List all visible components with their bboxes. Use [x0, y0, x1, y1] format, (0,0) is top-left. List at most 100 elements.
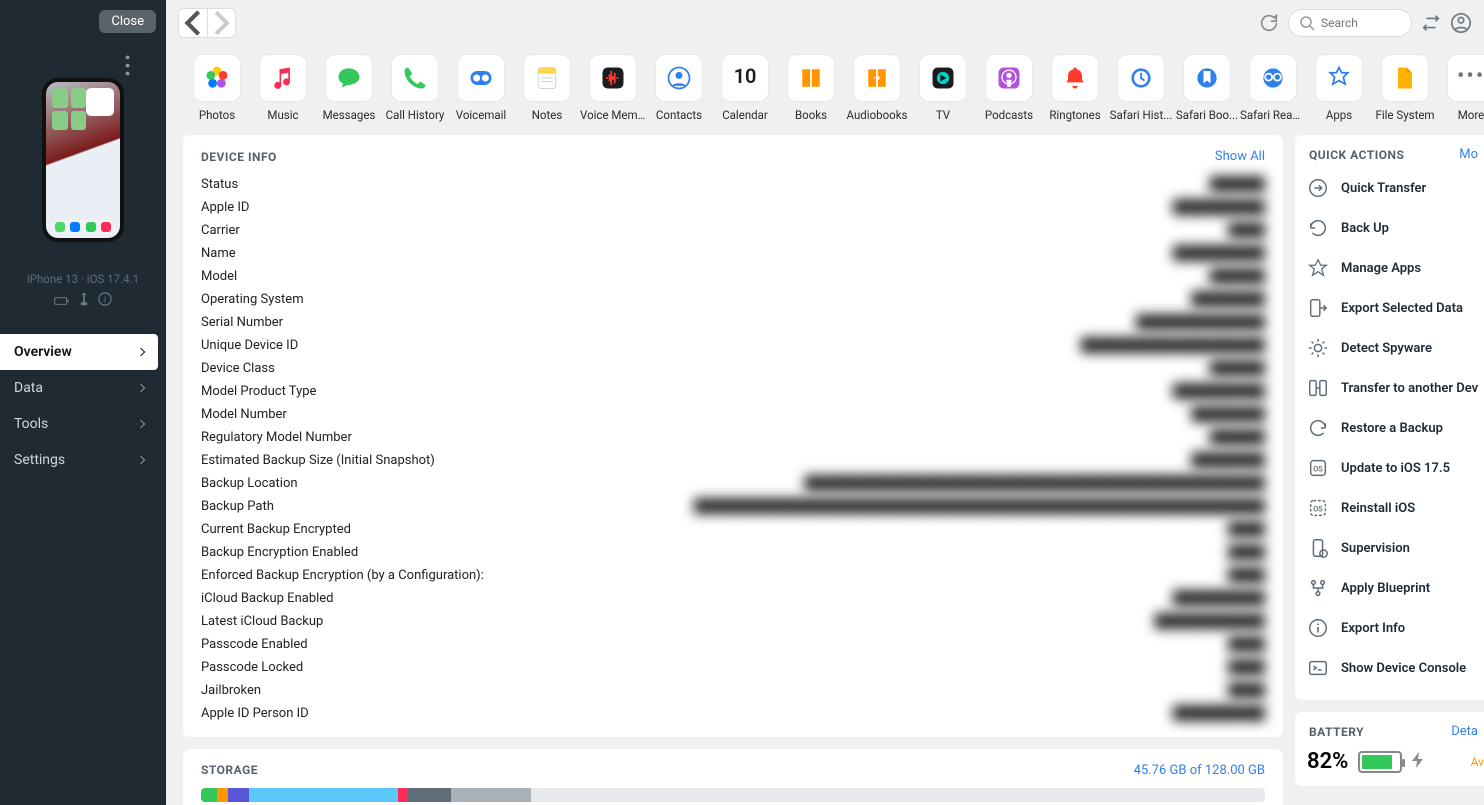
seg-docs — [249, 788, 398, 802]
battery-title: BATTERY — [1309, 725, 1364, 739]
info-icon[interactable]: i — [98, 292, 112, 306]
more-icon[interactable]: ••• — [115, 54, 136, 78]
transfer-icon[interactable] — [1420, 12, 1442, 34]
label-regulatory: Regulatory Model Number — [201, 430, 352, 445]
label-serial: Serial Number — [201, 315, 283, 330]
quick-actions-title: QUICK ACTIONS — [1309, 148, 1404, 162]
export-icon — [1307, 297, 1329, 319]
nav-overview[interactable]: Overview — [0, 334, 158, 370]
cat-safari-reading[interactable]: Safari Read... — [1240, 54, 1306, 122]
seg-other — [451, 788, 531, 802]
cat-ringtones[interactable]: Ringtones — [1042, 54, 1108, 122]
nav-tools[interactable]: Tools — [0, 406, 158, 442]
cat-calendar[interactable]: 10Calendar — [712, 54, 778, 122]
nav-data[interactable]: Data — [0, 370, 158, 406]
top-toolbar — [166, 0, 1484, 46]
search-icon — [1299, 10, 1315, 36]
cat-contacts[interactable]: Contacts — [646, 54, 712, 122]
cat-voice-memos[interactable]: Voice Mem... — [580, 54, 646, 122]
cat-voicemail[interactable]: Voicemail — [448, 54, 514, 122]
cat-audiobooks[interactable]: Audiobooks — [844, 54, 910, 122]
svg-text:i: i — [104, 296, 106, 306]
qa-update-ios[interactable]: OSUpdate to iOS 17.5 — [1307, 448, 1484, 488]
spyware-icon — [1307, 337, 1329, 359]
device-name-label: iPhone 13 · iOS 17.4.1 — [0, 272, 166, 286]
qa-apply-blueprint[interactable]: Apply Blueprint — [1307, 568, 1484, 608]
cat-messages[interactable]: Messages — [316, 54, 382, 122]
label-udid: Unique Device ID — [201, 338, 298, 353]
cat-call-history[interactable]: Call History — [382, 54, 448, 122]
quick-actions-card: QUICK ACTIONS Mo Quick Transfer Back Up … — [1294, 134, 1484, 701]
label-latest-icloud: Latest iCloud Backup — [201, 614, 323, 629]
cat-file-system[interactable]: File System — [1372, 54, 1438, 122]
seg-os — [408, 788, 451, 802]
qa-export-selected[interactable]: Export Selected Data — [1307, 288, 1484, 328]
cat-music[interactable]: Music — [250, 54, 316, 122]
reinstall-icon: OS — [1307, 497, 1329, 519]
search-input[interactable] — [1288, 9, 1412, 37]
battery-icon — [1358, 751, 1402, 773]
label-backup-enc-enabled: Backup Encryption Enabled — [201, 545, 358, 560]
qa-manage-apps[interactable]: Manage Apps — [1307, 248, 1484, 288]
console-icon — [1307, 657, 1329, 679]
supervision-icon — [1307, 537, 1329, 559]
close-button[interactable]: Close — [99, 10, 156, 33]
charging-icon — [1412, 752, 1424, 772]
cat-notes[interactable]: Notes — [514, 54, 580, 122]
storage-title: STORAGE — [201, 763, 258, 778]
device-transfer-icon — [1307, 377, 1329, 399]
nav-settings[interactable]: Settings — [0, 442, 158, 478]
cat-safari-history[interactable]: Safari Hist... — [1108, 54, 1174, 122]
qa-show-console[interactable]: Show Device Console — [1307, 648, 1484, 688]
label-model: Model — [201, 269, 237, 284]
cat-more[interactable]: •••More — [1438, 54, 1484, 122]
label-backup-location: Backup Location — [201, 476, 298, 491]
backup-icon — [1307, 217, 1329, 239]
cat-apps[interactable]: Apps — [1306, 54, 1372, 122]
battery-icon — [54, 296, 70, 306]
quick-actions-more[interactable]: Mo — [1459, 147, 1478, 162]
back-button[interactable] — [179, 9, 207, 37]
label-est-backup: Estimated Backup Size (Initial Snapshot) — [201, 453, 435, 468]
qa-detect-spyware[interactable]: Detect Spyware — [1307, 328, 1484, 368]
cat-tv[interactable]: TV — [910, 54, 976, 122]
qa-quick-transfer[interactable]: Quick Transfer — [1307, 168, 1484, 208]
apps-icon — [1307, 257, 1329, 279]
label-os: Operating System — [201, 292, 304, 307]
label-passcode-locked: Passcode Locked — [201, 660, 303, 675]
transfer-icon — [1307, 177, 1329, 199]
usb-icon — [79, 292, 89, 306]
account-icon[interactable] — [1450, 12, 1472, 34]
battery-details-link[interactable]: Deta — [1451, 724, 1478, 739]
info-icon — [1307, 617, 1329, 639]
battery-status: Av — [1471, 755, 1484, 769]
chevron-right-icon — [137, 384, 145, 392]
label-backup-path: Backup Path — [201, 499, 274, 514]
qa-back-up[interactable]: Back Up — [1307, 208, 1484, 248]
chevron-right-icon — [137, 348, 145, 356]
category-grid: Photos Music Messages Call History Voice… — [166, 46, 1484, 124]
label-carrier: Carrier — [201, 223, 240, 238]
qa-transfer-device[interactable]: Transfer to another Dev — [1307, 368, 1484, 408]
label-apple-id: Apple ID — [201, 200, 249, 215]
svg-text:OS: OS — [1313, 465, 1323, 474]
svg-text:OS: OS — [1313, 505, 1323, 514]
qa-restore-backup[interactable]: Restore a Backup — [1307, 408, 1484, 448]
device-thumbnail — [42, 78, 124, 242]
device-info-card: DEVICE INFO Show All Status██████ Apple … — [182, 134, 1284, 738]
qa-supervision[interactable]: Supervision — [1307, 528, 1484, 568]
storage-card: STORAGE 45.76 GB of 128.00 GB Photos — [182, 748, 1284, 805]
refresh-icon[interactable] — [1258, 12, 1280, 34]
cat-podcasts[interactable]: Podcasts — [976, 54, 1042, 122]
battery-card: BATTERY Deta 82% Av — [1294, 711, 1484, 787]
show-all-link[interactable]: Show All — [1215, 149, 1265, 164]
cat-books[interactable]: Books — [778, 54, 844, 122]
update-icon: OS — [1307, 457, 1329, 479]
forward-button[interactable] — [207, 9, 235, 37]
cat-photos[interactable]: Photos — [184, 54, 250, 122]
label-model-product: Model Product Type — [201, 384, 316, 399]
cat-safari-bookmarks[interactable]: Safari Boo... — [1174, 54, 1240, 122]
qa-reinstall-ios[interactable]: OSReinstall iOS — [1307, 488, 1484, 528]
sidebar: Close ••• iPhone 13 · iOS 17.4.1 i Overv… — [0, 0, 166, 805]
qa-export-info[interactable]: Export Info — [1307, 608, 1484, 648]
